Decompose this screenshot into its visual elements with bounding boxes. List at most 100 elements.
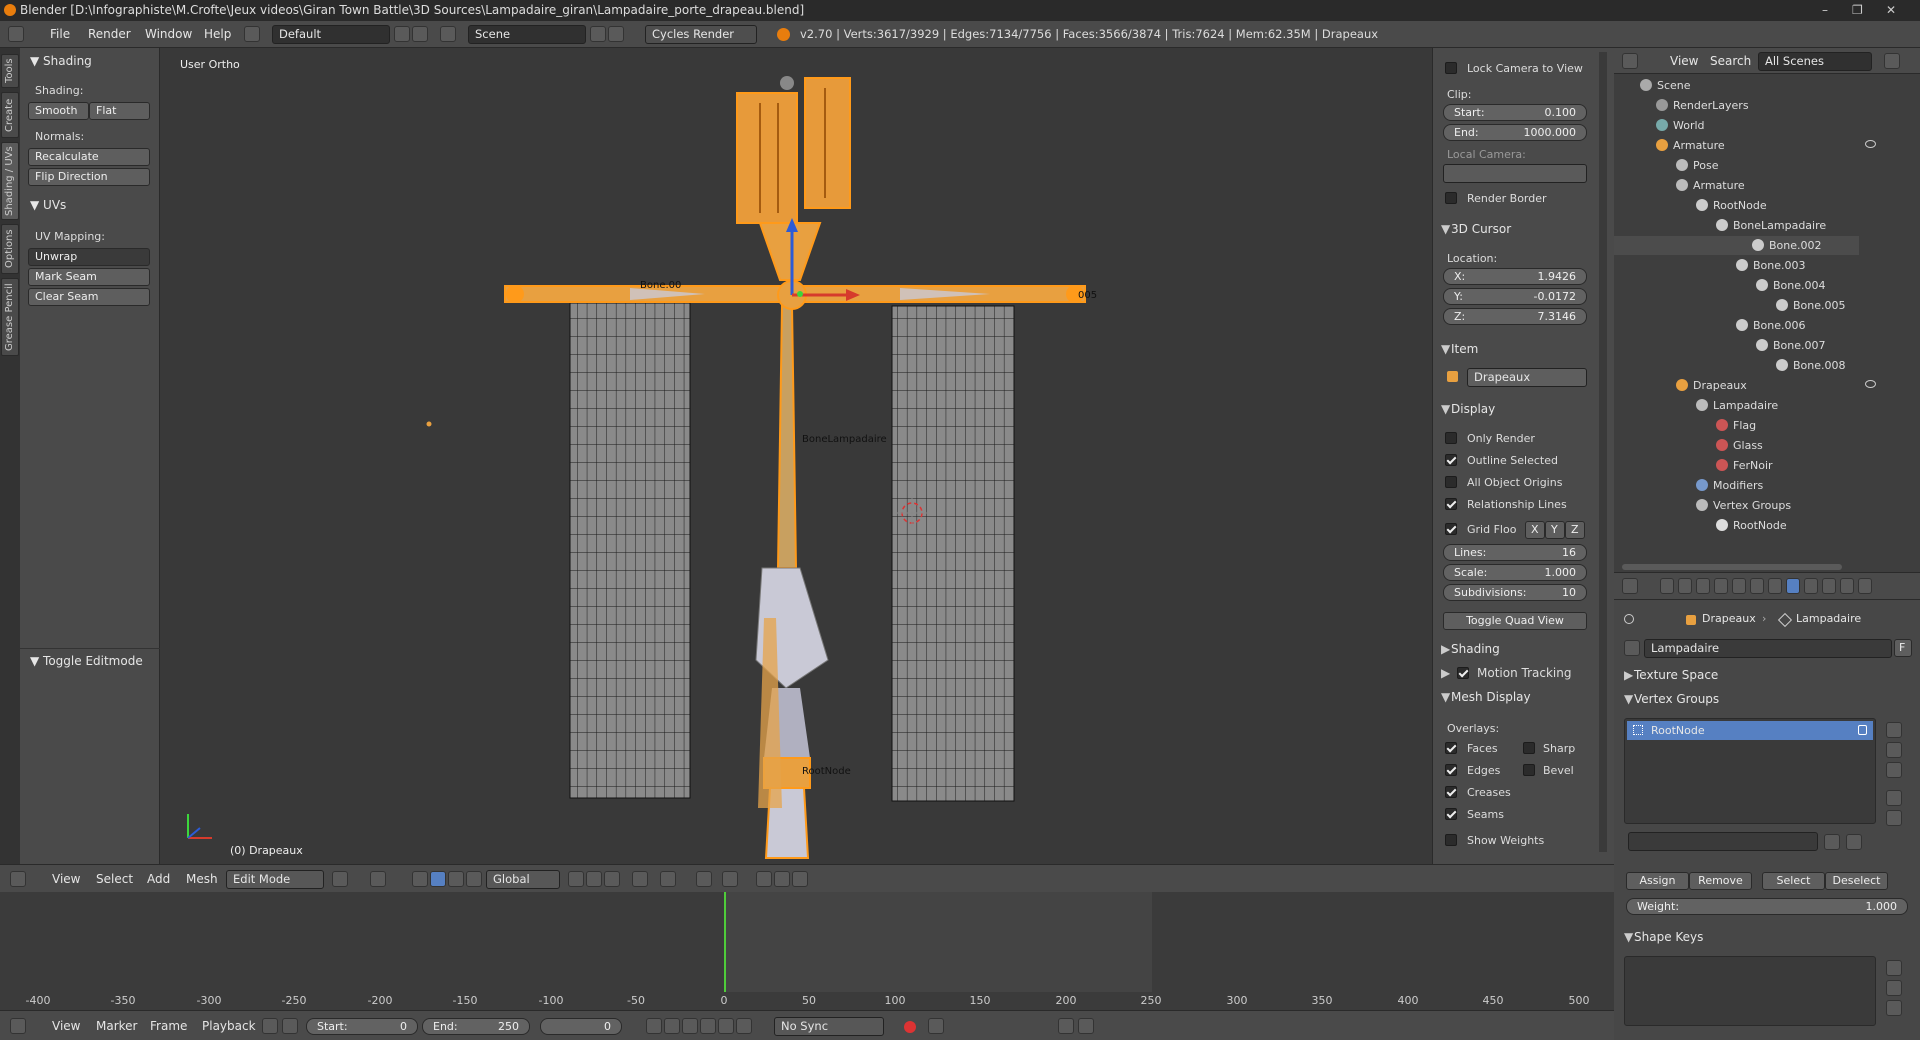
start-frame-field[interactable]: Start: 0 [306,1018,418,1035]
edge-select-icon[interactable] [586,871,602,887]
bevel-checkbox[interactable] [1523,764,1535,776]
3d-viewport[interactable]: User Ortho Bone.00 005 BoneLampadaire Ro… [160,48,1432,864]
grid-floor-checkbox[interactable] [1445,523,1457,535]
menu-file[interactable]: File [50,27,70,41]
render-tab-icon[interactable] [1660,578,1674,594]
tab-shading-uvs[interactable]: Shading / UVs [1,142,19,220]
manipulator-icon[interactable] [412,871,428,887]
shape-keys-list[interactable] [1624,956,1876,1026]
move-down-icon[interactable] [1886,810,1902,826]
menu-window[interactable]: Window [145,27,192,41]
flat-button[interactable]: Flat [89,102,150,120]
cursor-z-field[interactable]: Z: 7.3146 [1443,308,1587,325]
face-select-icon[interactable] [604,871,620,887]
outliner-row-rootnode-bone[interactable]: RootNode [1696,196,1767,215]
seams-checkbox[interactable] [1445,808,1457,820]
outliner-search-menu[interactable]: Search [1710,54,1751,68]
breadcrumb-object[interactable]: Drapeaux [1702,612,1756,625]
pivot-point-icon[interactable] [370,871,386,887]
shape-key-specials-icon[interactable] [1886,1000,1902,1016]
jump-keyframe-back-icon[interactable] [664,1018,680,1034]
outliner-filter-select[interactable]: All Scenes [1758,52,1872,71]
jump-start-icon[interactable] [646,1018,662,1034]
timeline-editor-icon[interactable] [10,1018,26,1034]
outliner-row-vertex-groups[interactable]: Vertex Groups [1696,496,1791,515]
display-panel-header[interactable]: ▼Display [1441,402,1495,416]
add-scene-icon[interactable] [590,26,606,42]
recalculate-button[interactable]: Recalculate [28,148,150,166]
layout-selector[interactable]: Default [272,25,390,44]
end-frame-field[interactable]: End: 250 [422,1018,530,1035]
outliner-row-flag-material[interactable]: Flag [1716,416,1756,435]
only-render-checkbox[interactable] [1445,432,1457,444]
close-button[interactable]: ✕ [1886,0,1896,21]
keying-set-icon[interactable] [928,1018,944,1034]
timeline-menu-marker[interactable]: Marker [96,1019,137,1033]
outliner-row-lampadaire-mesh[interactable]: Lampadaire [1696,396,1778,415]
remove-scene-icon[interactable] [608,26,624,42]
outliner-row-world[interactable]: World [1656,116,1705,135]
remove-layout-icon[interactable] [412,26,428,42]
viewport-menu-select[interactable]: Select [96,872,133,886]
sort-alpha-icon[interactable] [1846,834,1862,850]
translate-manipulator-icon[interactable] [430,871,446,887]
motion-tracking-panel[interactable]: ▶ [1441,666,1451,680]
lock-range-icon[interactable] [282,1018,298,1034]
local-camera-field[interactable] [1443,164,1587,183]
minimize-button[interactable]: – [1822,0,1828,21]
add-shape-key-icon[interactable] [1886,960,1902,976]
scene-selector[interactable]: Scene [468,25,586,44]
maximize-button[interactable]: ❐ [1852,0,1863,21]
grid-scale-field[interactable]: Scale: 1.000 [1443,564,1587,581]
edges-checkbox[interactable] [1445,764,1457,776]
play-icon[interactable] [700,1018,716,1034]
material-tab-icon[interactable] [1804,578,1818,594]
outliner-row-fernoir-material[interactable]: FerNoir [1716,456,1773,475]
snap-icon[interactable] [696,871,712,887]
toggle-editmode-panel[interactable]: ▼ Toggle Editmode [30,654,143,668]
editor-type-icon[interactable] [8,26,24,42]
outliner-row-scene[interactable]: Scene [1640,76,1691,95]
outline-selected-checkbox[interactable] [1445,454,1457,466]
timeline-menu-playback[interactable]: Playback [202,1019,256,1033]
outliner[interactable]: Scene RenderLayers World Armature Pose A… [1614,74,1920,572]
item-panel-header[interactable]: ▼Item [1441,342,1478,356]
texture-tab-icon[interactable] [1822,578,1836,594]
grid-x-toggle[interactable]: X [1525,521,1545,539]
camera-icon[interactable] [792,871,808,887]
constraints-tab-icon[interactable] [1750,578,1764,594]
vertex-group-specials-icon[interactable] [1886,762,1902,778]
outliner-row-bone008[interactable]: Bone.008 [1776,356,1846,375]
select-button[interactable]: Select [1762,872,1825,890]
scale-manipulator-icon[interactable] [466,871,482,887]
outliner-hscrollbar[interactable] [1622,564,1842,570]
right-flag-mesh[interactable] [891,305,1015,802]
lock-icon[interactable] [1858,725,1867,735]
mesh-display-panel-header[interactable]: ▼Mesh Display [1441,690,1531,704]
sharp-checkbox[interactable] [1523,742,1535,754]
3d-cursor-panel-header[interactable]: ▼3D Cursor [1441,222,1511,236]
timeline-menu-frame[interactable]: Frame [150,1019,187,1033]
preview-range-icon[interactable] [262,1018,278,1034]
menu-render[interactable]: Render [88,27,131,41]
cursor-x-field[interactable]: X: 1.9426 [1443,268,1587,285]
toggle-quad-view-button[interactable]: Toggle Quad View [1443,612,1587,630]
grid-subdivisions-field[interactable]: Subdivisions: 10 [1443,584,1587,601]
outliner-row-bone007[interactable]: Bone.007 [1756,336,1826,355]
data-tab-icon[interactable] [1786,578,1800,594]
unwrap-menu[interactable]: Unwrap [28,248,150,266]
sync-selector[interactable]: No Sync [774,1017,884,1036]
record-icon[interactable] [904,1021,916,1033]
outliner-row-pose[interactable]: Pose [1676,156,1718,175]
outliner-row-glass-material[interactable]: Glass [1716,436,1763,455]
uvs-panel-header[interactable]: ▼ UVs [30,198,66,212]
outliner-row-bone002[interactable]: Bone.002 [1614,236,1859,255]
vertex-group-filter-input[interactable] [1628,832,1818,851]
remove-button[interactable]: Remove [1689,872,1752,890]
insert-keyframe-icon[interactable] [1058,1018,1074,1034]
vertex-groups-panel-header[interactable]: ▼Vertex Groups [1624,692,1719,706]
tab-tools[interactable]: Tools [1,54,19,88]
all-object-origins-checkbox[interactable] [1445,476,1457,488]
visibility-eye-icon[interactable] [1865,380,1876,388]
outliner-row-rootnode-group[interactable]: RootNode [1716,516,1787,535]
